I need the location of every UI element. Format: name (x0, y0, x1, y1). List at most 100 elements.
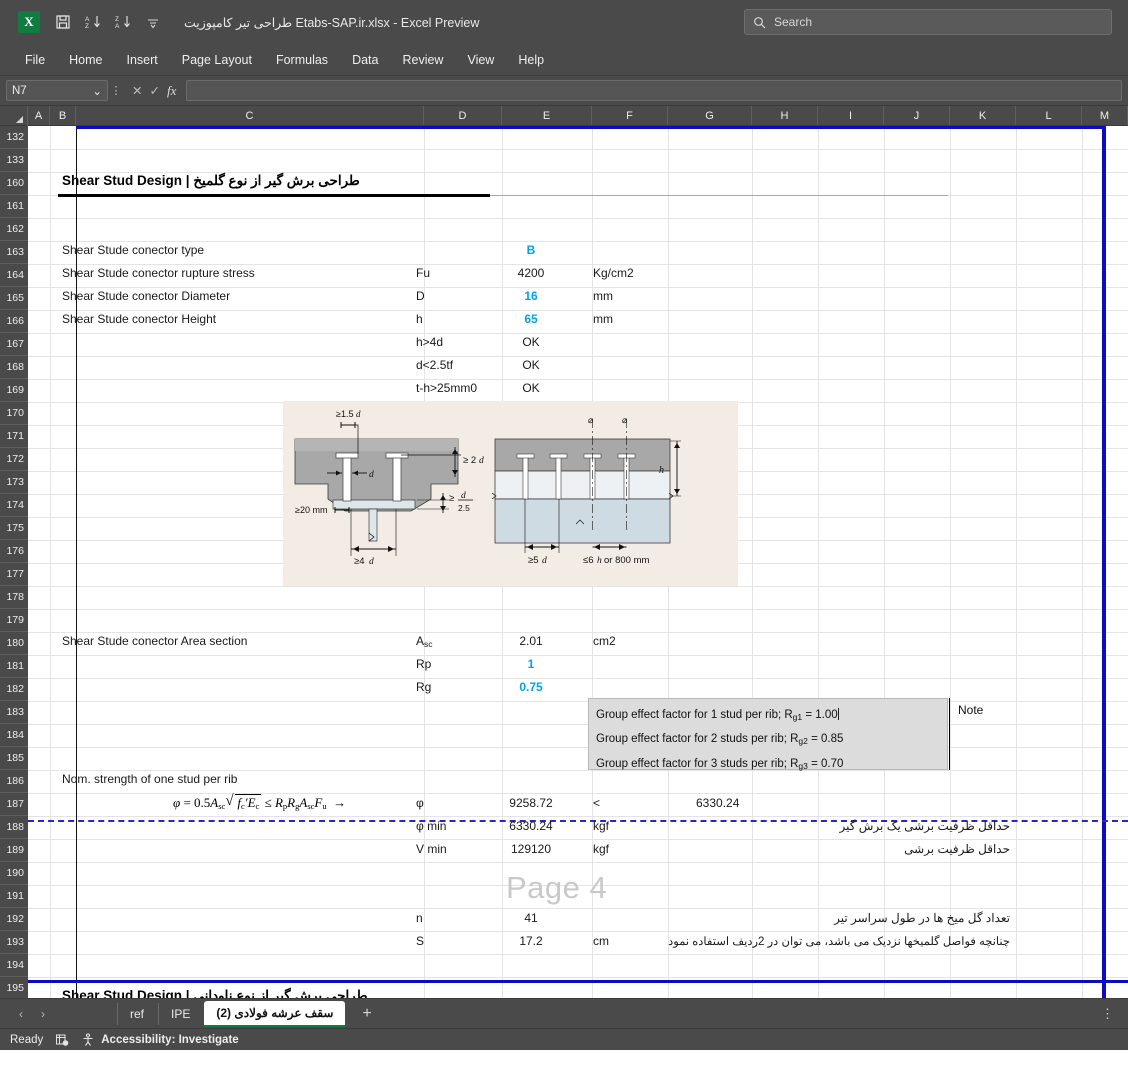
column-header-m[interactable]: M (1082, 106, 1128, 125)
count-value-n: 41 (524, 911, 538, 925)
ribbon-tab-insert[interactable]: Insert (116, 49, 169, 71)
accessibility-status[interactable]: Accessibility: Investigate (81, 1033, 239, 1047)
row-header-170[interactable]: 170 (0, 402, 28, 425)
row-header-189[interactable]: 189 (0, 839, 28, 862)
param-value-asc[interactable]: 2.01 (498, 634, 564, 648)
column-header-e[interactable]: E (502, 106, 592, 125)
formula-input[interactable] (186, 80, 1122, 101)
sort-desc-icon[interactable]: Z A (110, 9, 136, 35)
row-header-184[interactable]: 184 (0, 724, 28, 747)
row-header-166[interactable]: 166 (0, 310, 28, 333)
sheet-tab-ipe[interactable]: IPE (158, 1002, 202, 1025)
group-effect-note-box[interactable]: Group effect factor for 1 stud per rib; … (588, 698, 948, 771)
check-value-d-lt-25tf: OK (522, 358, 540, 372)
row-header-193[interactable]: 193 (0, 931, 28, 954)
column-header-c[interactable]: C (76, 106, 424, 125)
add-sheet-button[interactable]: + (346, 1005, 387, 1023)
param-unit-h: mm (593, 312, 613, 326)
row-header-167[interactable]: 167 (0, 333, 28, 356)
row-header-162[interactable]: 162 (0, 218, 28, 241)
param-value-d[interactable]: 16 (498, 289, 564, 303)
param-value-h[interactable]: 65 (498, 312, 564, 326)
row-header-173[interactable]: 173 (0, 471, 28, 494)
row-header-191[interactable]: 191 (0, 885, 28, 908)
row-header-183[interactable]: 183 (0, 701, 28, 724)
excel-app-icon: X (18, 11, 40, 33)
row-header-164[interactable]: 164 (0, 264, 28, 287)
cancel-icon[interactable]: ✕ (132, 83, 142, 98)
param-value-type[interactable]: B (498, 243, 564, 257)
row-header-187[interactable]: 187 (0, 793, 28, 816)
column-header-k[interactable]: K (950, 106, 1016, 125)
sort-asc-icon[interactable]: A Z (80, 9, 106, 35)
ribbon-tab-page-layout[interactable]: Page Layout (171, 49, 263, 71)
row-header-181[interactable]: 181 (0, 655, 28, 678)
sheet-tab-ref[interactable]: ref (117, 1002, 156, 1025)
column-header-d[interactable]: D (424, 106, 502, 125)
row-header-169[interactable]: 169 (0, 379, 28, 402)
row-header-190[interactable]: 190 (0, 862, 28, 885)
cell-grid[interactable]: Shear Stud Design | طراحی برش گیر از نوع… (28, 126, 1128, 998)
row-header-168[interactable]: 168 (0, 356, 28, 379)
column-header-i[interactable]: I (818, 106, 884, 125)
row-header-179[interactable]: 179 (0, 609, 28, 632)
sheet-nav-prev-icon[interactable]: ‹ (10, 1007, 32, 1021)
row-header-176[interactable]: 176 (0, 540, 28, 563)
ribbon-tab-home[interactable]: Home (58, 49, 113, 71)
row-header-188[interactable]: 188 (0, 816, 28, 839)
column-header-l[interactable]: L (1016, 106, 1082, 125)
ribbon-tab-help[interactable]: Help (507, 49, 555, 71)
search-box[interactable]: Search (744, 9, 1112, 35)
name-box-value: N7 (12, 84, 27, 97)
row-header-160[interactable]: 160 (0, 172, 28, 195)
param-value-fu[interactable]: 4200 (498, 266, 564, 280)
row-header-182[interactable]: 182 (0, 678, 28, 701)
column-header-g[interactable]: G (668, 106, 752, 125)
sheet-tab-saghf-arshe-fooladi-2[interactable]: سقف عرشه فولادی (2) (204, 1000, 346, 1027)
column-header-f[interactable]: F (592, 106, 668, 125)
row-header-177[interactable]: 177 (0, 563, 28, 586)
row-header-192[interactable]: 192 (0, 908, 28, 931)
chevron-down-icon[interactable]: ⌄ (92, 84, 102, 98)
row-header-165[interactable]: 165 (0, 287, 28, 310)
row-header-194[interactable]: 194 (0, 954, 28, 977)
select-all-corner[interactable] (0, 106, 28, 126)
row-header-195[interactable]: 195 (0, 977, 28, 998)
window-title: طراحی تیر کامپوزیت Etabs-SAP.ir.xlsx - E… (184, 15, 480, 30)
row-header-175[interactable]: 175 (0, 517, 28, 540)
param-value-rp[interactable]: 1 (498, 657, 564, 671)
ribbon-tab-file[interactable]: File (14, 49, 56, 71)
ribbon-tab-view[interactable]: View (456, 49, 505, 71)
ribbon-tab-data[interactable]: Data (341, 49, 389, 71)
ribbon-tab-review[interactable]: Review (391, 49, 454, 71)
row-header-132[interactable]: 132 (0, 126, 28, 149)
row-header-163[interactable]: 163 (0, 241, 28, 264)
name-box[interactable]: N7 ⌄ (6, 80, 108, 101)
row-header-171[interactable]: 171 (0, 425, 28, 448)
column-header-b[interactable]: B (50, 106, 76, 125)
column-header-j[interactable]: J (884, 106, 950, 125)
row-header-133[interactable]: 133 (0, 149, 28, 172)
nom-strength-label: Nom. strength of one stud per rib (62, 772, 238, 786)
svg-text:A: A (115, 23, 120, 30)
column-header-a[interactable]: A (28, 106, 50, 125)
result-note-phi-min: حداقل ظرفیت برشی یک برش گیر (839, 819, 1010, 833)
formula-bar-splitter[interactable]: ⋮ (108, 84, 124, 97)
customize-qat-icon[interactable] (140, 9, 166, 35)
sheet-nav-next-icon[interactable]: › (32, 1007, 54, 1021)
row-header-178[interactable]: 178 (0, 586, 28, 609)
enter-icon[interactable]: ✓ (149, 83, 159, 98)
row-header-180[interactable]: 180 (0, 632, 28, 655)
ribbon-tab-formulas[interactable]: Formulas (265, 49, 339, 71)
row-header-185[interactable]: 185 (0, 747, 28, 770)
row-header-174[interactable]: 174 (0, 494, 28, 517)
column-header-h[interactable]: H (752, 106, 818, 125)
row-header-172[interactable]: 172 (0, 448, 28, 471)
insert-function-icon[interactable]: fx (167, 83, 176, 99)
row-header-161[interactable]: 161 (0, 195, 28, 218)
sheet-tab-overflow-icon[interactable]: ⋮ (1101, 1006, 1128, 1022)
row-header-186[interactable]: 186 (0, 770, 28, 793)
param-value-rg[interactable]: 0.75 (498, 680, 564, 694)
save-icon[interactable] (50, 9, 76, 35)
record-macro-icon[interactable] (55, 1033, 69, 1047)
